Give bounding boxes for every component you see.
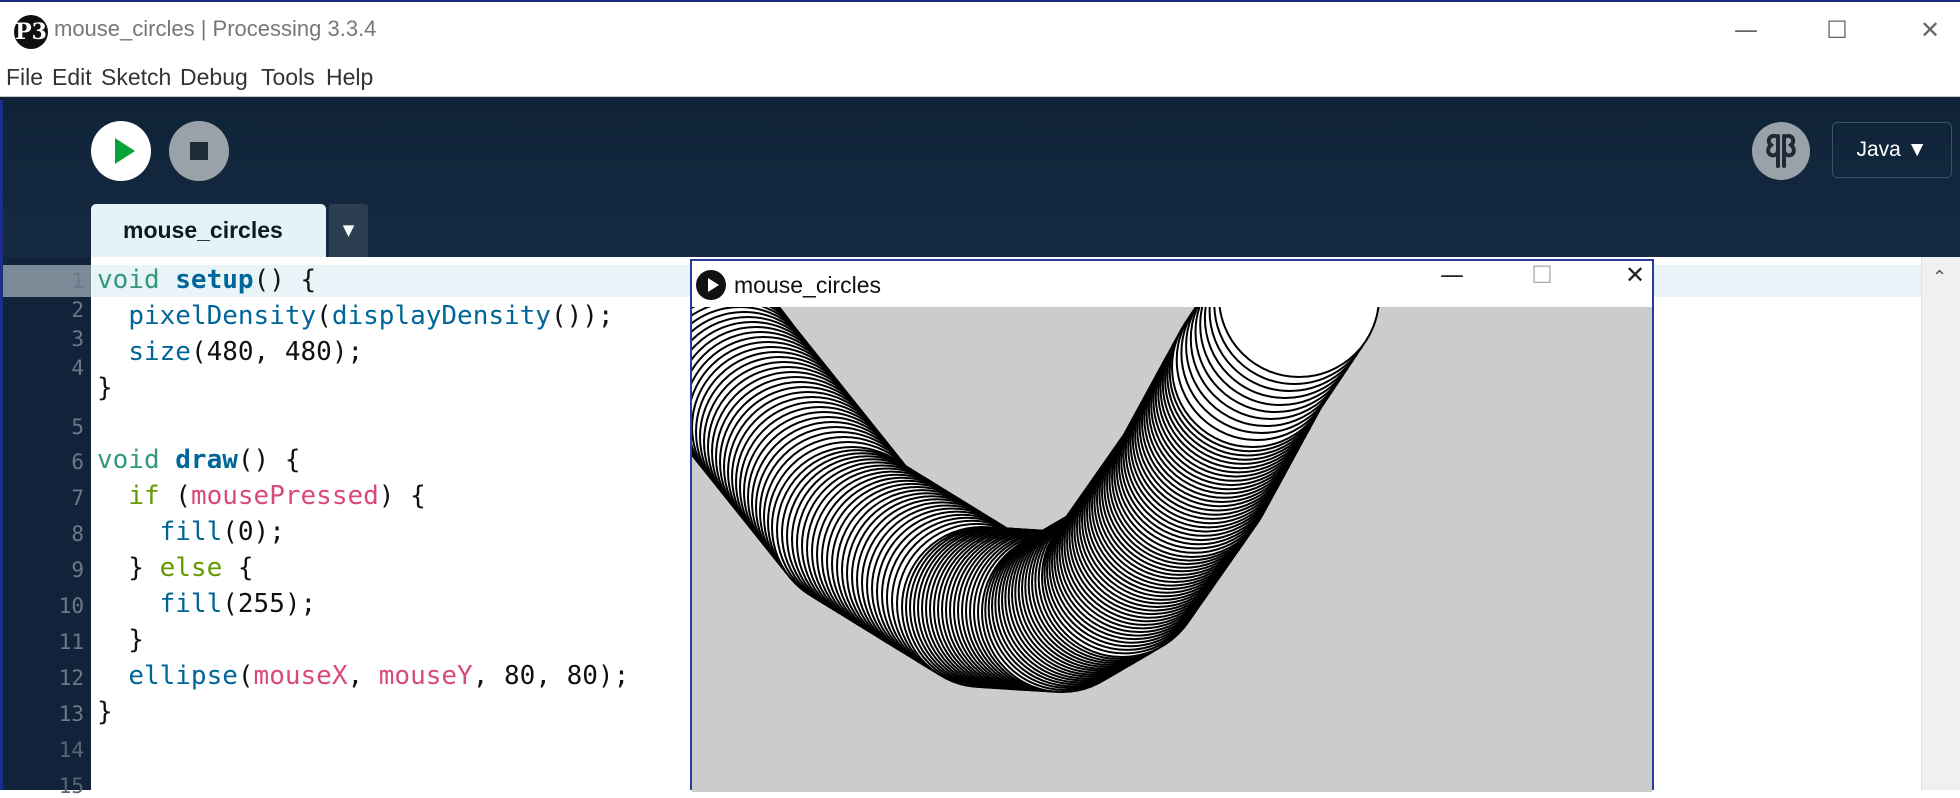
line-number: 4 [71,356,84,380]
code-line: void setup() { [97,265,317,295]
line-number: 13 [58,702,84,726]
code-line: } [97,625,144,655]
play-icon [115,138,135,164]
line-number: 2 [71,298,84,322]
toolbar: Java ▼ mouse_circles ▼ [0,97,1960,257]
code-line: fill(0); [159,517,285,547]
line-number: 15 [58,774,84,798]
scroll-up-icon[interactable]: ⌃ [1932,267,1947,288]
tab-menu-button[interactable]: ▼ [329,204,368,257]
line-number: 12 [58,666,84,690]
tab-mouse-circles[interactable]: mouse_circles [91,204,326,257]
debug-button[interactable] [1752,122,1810,180]
sketch-window: mouse_circles — ☐ ✕ [690,259,1654,792]
minimize-button[interactable]: — [1716,8,1776,52]
line-number: 11 [58,630,84,654]
code-line: pixelDensity(displayDensity()); [128,301,614,331]
circle-trail-drawing [692,307,1380,693]
sketch-canvas[interactable] [692,307,1652,792]
menu-edit[interactable]: Edit [52,64,92,91]
title-bar: P3 mouse_circles | Processing 3.3.4 — ☐ … [0,0,1960,60]
vertical-scrollbar[interactable]: ⌃ [1921,257,1960,790]
tab-label: mouse_circles [123,217,283,243]
line-number: 14 [58,738,84,762]
sketch-title: mouse_circles [734,272,881,298]
debugger-butterfly-icon [1766,134,1796,168]
sketch-maximize-button[interactable]: ☐ [1512,261,1572,307]
code-line: fill(255); [159,589,317,619]
line-number: 8 [71,522,84,546]
line-number: 7 [71,486,84,510]
processing-logo-icon: P3 [14,15,48,49]
sketch-title-bar: mouse_circles — ☐ ✕ [692,261,1652,307]
maximize-button[interactable]: ☐ [1807,8,1867,52]
stop-icon [190,142,208,160]
code-line: } [97,697,113,727]
line-number: 9 [71,558,84,582]
menu-debug[interactable]: Debug [180,64,248,91]
mode-selector[interactable]: Java ▼ [1832,122,1952,178]
close-button[interactable]: ✕ [1900,8,1960,52]
line-number: 3 [71,327,84,351]
code-line: } [97,373,113,403]
code-line: void draw() { [97,445,301,475]
play-triangle-icon [708,278,719,292]
code-line: ellipse(mouseX, mouseY, 80, 80); [128,661,630,691]
menu-sketch[interactable]: Sketch [101,64,171,91]
code-line: } else { [97,553,254,583]
sketch-play-icon [696,270,726,300]
menu-file[interactable]: File [6,64,43,91]
menu-bar: File Edit Sketch Debug Tools Help [0,60,1960,97]
line-number: 6 [71,450,84,474]
window-title: mouse_circles | Processing 3.3.4 [54,16,377,41]
sketch-close-button[interactable]: ✕ [1605,261,1665,307]
sketch-minimize-button[interactable]: — [1422,261,1482,307]
menu-help[interactable]: Help [326,64,373,91]
line-number: 1 [71,269,84,293]
line-number: 5 [71,415,84,439]
stop-button[interactable] [169,121,229,181]
line-number: 10 [58,594,84,618]
run-button[interactable] [91,121,151,181]
code-line: if (mousePressed) { [128,481,426,511]
code-line: size(480, 480); [128,337,364,367]
menu-tools[interactable]: Tools [261,64,315,91]
